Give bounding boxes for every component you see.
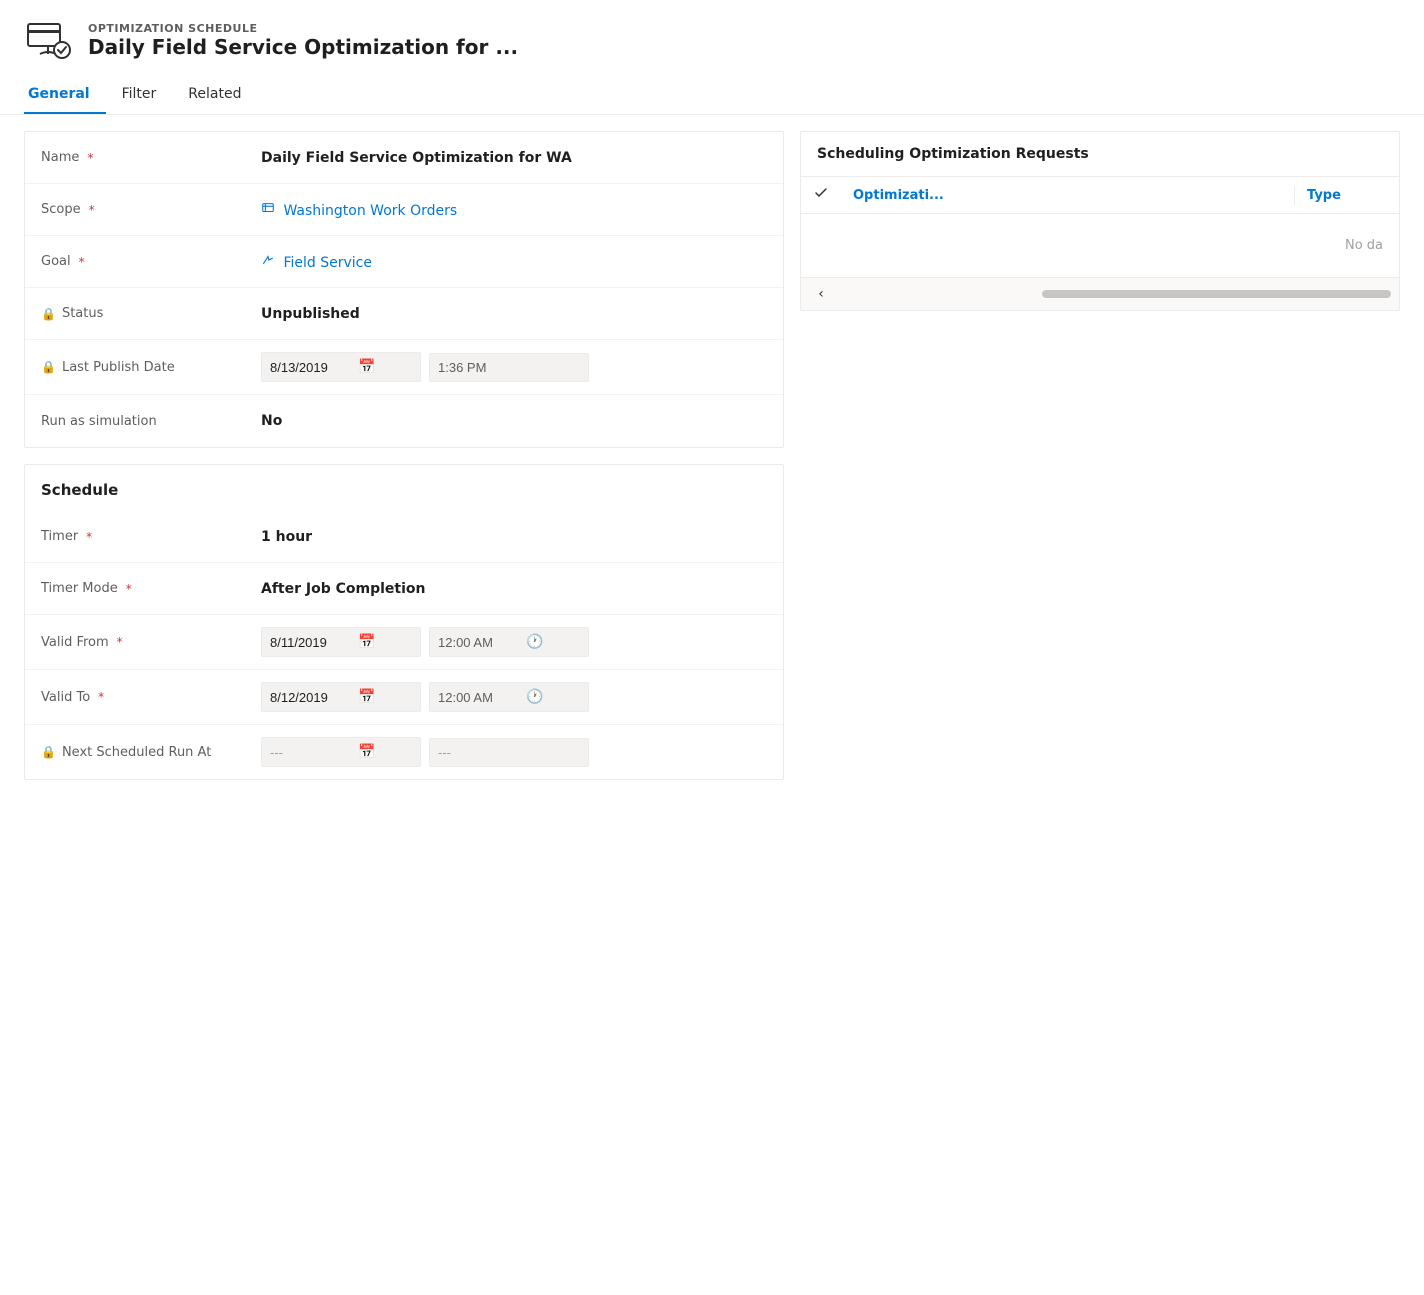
schedule-card: Schedule Timer * 1 hour Timer Mode * Aft… bbox=[24, 464, 784, 780]
header-icon bbox=[24, 16, 72, 64]
name-required: * bbox=[87, 151, 93, 165]
timer-mode-value: After Job Completion bbox=[261, 581, 767, 597]
valid-from-date-field: 📅 bbox=[261, 627, 421, 657]
valid-from-date-input[interactable] bbox=[270, 635, 350, 650]
valid-to-time-field: 🕐 bbox=[429, 682, 589, 712]
run-simulation-row: Run as simulation No bbox=[25, 395, 783, 447]
timer-row: Timer * 1 hour bbox=[25, 511, 783, 563]
scope-required: * bbox=[89, 203, 95, 217]
general-info-card: Name * Daily Field Service Optimization … bbox=[24, 131, 784, 448]
next-scheduled-date-input bbox=[270, 745, 350, 760]
name-label: Name * bbox=[41, 150, 261, 165]
next-scheduled-calendar-icon: 📅 bbox=[358, 744, 375, 760]
status-label: 🔒 Status bbox=[41, 306, 261, 321]
valid-from-required: * bbox=[117, 635, 123, 649]
scroll-back-button[interactable]: ‹ bbox=[809, 282, 833, 306]
last-publish-time-field bbox=[429, 353, 589, 382]
next-scheduled-row: 🔒 Next Scheduled Run At 📅 bbox=[25, 725, 783, 779]
valid-from-label: Valid From * bbox=[41, 635, 261, 650]
table-check-col bbox=[813, 185, 845, 205]
last-publish-date-field: 📅 bbox=[261, 352, 421, 382]
right-column: Scheduling Optimization Requests Optimiz… bbox=[800, 131, 1400, 311]
tab-related[interactable]: Related bbox=[184, 76, 257, 114]
run-simulation-label: Run as simulation bbox=[41, 414, 261, 429]
valid-to-label: Valid To * bbox=[41, 690, 261, 705]
timer-mode-required: * bbox=[126, 582, 132, 596]
status-value: Unpublished bbox=[261, 306, 767, 322]
timer-value: 1 hour bbox=[261, 529, 767, 545]
scope-link-icon bbox=[261, 201, 275, 215]
next-scheduled-date-field: 📅 bbox=[261, 737, 421, 767]
last-publish-datetime: 📅 bbox=[261, 352, 767, 382]
valid-from-time-field: 🕐 bbox=[429, 627, 589, 657]
right-panel-title: Scheduling Optimization Requests bbox=[801, 132, 1399, 177]
valid-to-time-input[interactable] bbox=[438, 690, 518, 705]
valid-from-row: Valid From * 📅 🕐 bbox=[25, 615, 783, 670]
valid-to-date-input[interactable] bbox=[270, 690, 350, 705]
header: OPTIMIZATION SCHEDULE Daily Field Servic… bbox=[0, 0, 1424, 76]
right-panel-table-header: Optimizati... Type bbox=[801, 177, 1399, 214]
valid-from-datetime: 📅 🕐 bbox=[261, 627, 767, 657]
header-title: Daily Field Service Optimization for ... bbox=[88, 35, 518, 59]
goal-value[interactable]: Field Service bbox=[261, 253, 767, 271]
valid-from-calendar-icon[interactable]: 📅 bbox=[358, 634, 375, 650]
status-lock-icon: 🔒 bbox=[41, 307, 56, 321]
valid-to-row: Valid To * 📅 🕐 bbox=[25, 670, 783, 725]
scope-value[interactable]: Washington Work Orders bbox=[261, 201, 767, 219]
scope-row: Scope * Washington Work Orders bbox=[25, 184, 783, 236]
header-text: OPTIMIZATION SCHEDULE Daily Field Servic… bbox=[88, 22, 518, 59]
col-type-header[interactable]: Type bbox=[1307, 188, 1387, 203]
valid-from-clock-icon: 🕐 bbox=[526, 634, 543, 650]
tab-general[interactable]: General bbox=[24, 76, 106, 114]
page-wrapper: OPTIMIZATION SCHEDULE Daily Field Servic… bbox=[0, 0, 1424, 1295]
main-layout: Name * Daily Field Service Optimization … bbox=[0, 115, 1424, 796]
last-publish-calendar-icon[interactable]: 📅 bbox=[358, 359, 375, 375]
last-publish-lock-icon: 🔒 bbox=[41, 360, 56, 374]
next-scheduled-lock-icon: 🔒 bbox=[41, 745, 56, 759]
name-row: Name * Daily Field Service Optimization … bbox=[25, 132, 783, 184]
valid-to-date-field: 📅 bbox=[261, 682, 421, 712]
schedule-title: Schedule bbox=[25, 465, 783, 511]
goal-required: * bbox=[79, 255, 85, 269]
no-data-message: No da bbox=[801, 214, 1399, 277]
next-scheduled-label: 🔒 Next Scheduled Run At bbox=[41, 745, 261, 760]
timer-mode-label: Timer Mode * bbox=[41, 581, 261, 596]
scroll-thumb[interactable] bbox=[1042, 290, 1391, 298]
header-subtitle: OPTIMIZATION SCHEDULE bbox=[88, 22, 518, 35]
next-scheduled-datetime: 📅 bbox=[261, 737, 767, 767]
right-panel: Scheduling Optimization Requests Optimiz… bbox=[800, 131, 1400, 311]
last-publish-label: 🔒 Last Publish Date bbox=[41, 360, 261, 375]
col-optimization-header[interactable]: Optimizati... bbox=[853, 188, 1282, 203]
next-scheduled-time-input bbox=[438, 745, 518, 760]
scope-label: Scope * bbox=[41, 202, 261, 217]
valid-from-time-input[interactable] bbox=[438, 635, 518, 650]
last-publish-date-input[interactable] bbox=[270, 360, 350, 375]
timer-required: * bbox=[86, 530, 92, 544]
timer-label: Timer * bbox=[41, 529, 261, 544]
timer-mode-row: Timer Mode * After Job Completion bbox=[25, 563, 783, 615]
valid-to-datetime: 📅 🕐 bbox=[261, 682, 767, 712]
left-column: Name * Daily Field Service Optimization … bbox=[24, 131, 784, 780]
status-row: 🔒 Status Unpublished bbox=[25, 288, 783, 340]
tab-filter[interactable]: Filter bbox=[118, 76, 173, 114]
col-divider bbox=[1294, 185, 1295, 205]
valid-to-calendar-icon[interactable]: 📅 bbox=[358, 689, 375, 705]
goal-label: Goal * bbox=[41, 254, 261, 269]
last-publish-row: 🔒 Last Publish Date 📅 bbox=[25, 340, 783, 395]
next-scheduled-time-field bbox=[429, 738, 589, 767]
valid-to-clock-icon: 🕐 bbox=[526, 689, 543, 705]
name-value: Daily Field Service Optimization for WA bbox=[261, 150, 767, 166]
tabs-bar: General Filter Related bbox=[0, 76, 1424, 115]
valid-to-required: * bbox=[98, 690, 104, 704]
goal-row: Goal * Field Service bbox=[25, 236, 783, 288]
run-simulation-value: No bbox=[261, 413, 767, 429]
scrollbar-area: ‹ bbox=[801, 277, 1399, 310]
last-publish-time-input[interactable] bbox=[438, 360, 518, 375]
goal-link-icon bbox=[261, 253, 275, 267]
